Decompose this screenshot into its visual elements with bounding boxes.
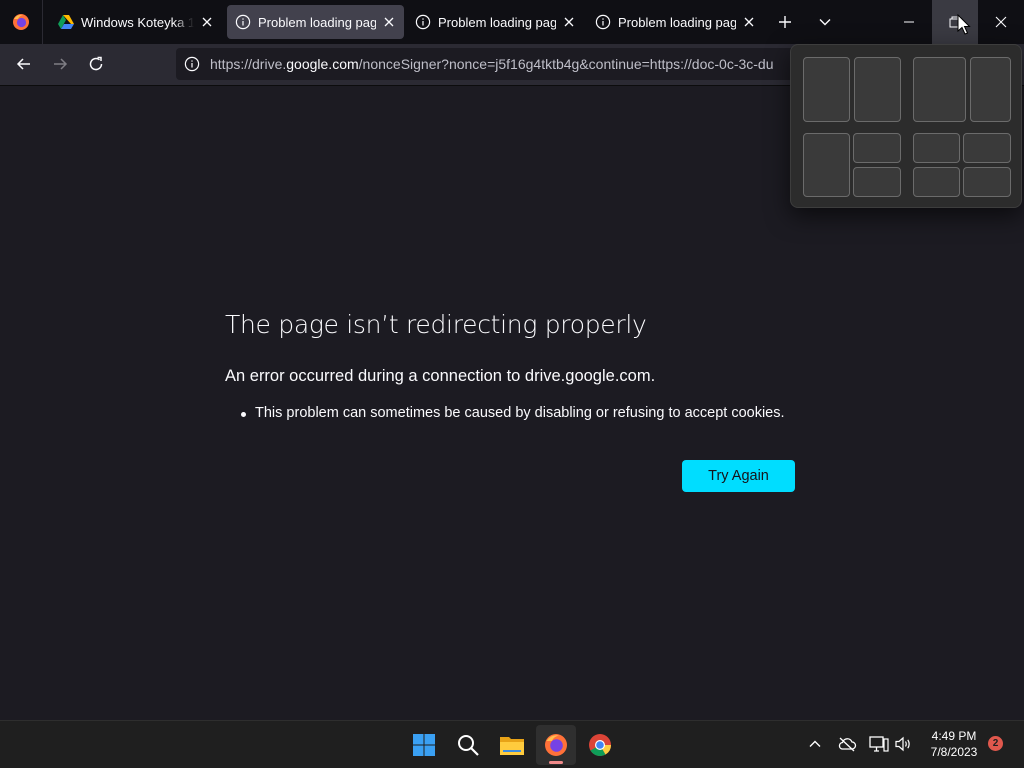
show-hidden-icons-button[interactable] <box>804 733 826 755</box>
close-window-button[interactable] <box>978 0 1024 44</box>
tab-problem-loading-3[interactable]: Problem loading page <box>587 5 764 39</box>
reload-button[interactable] <box>80 48 112 80</box>
snap-layout-two-thirds <box>913 57 1011 122</box>
plus-icon <box>779 16 791 28</box>
minimize-button[interactable] <box>886 0 932 44</box>
tab-label: Problem loading page <box>258 14 376 30</box>
url-prefix: https://drive. <box>210 56 287 72</box>
start-icon <box>413 734 435 756</box>
back-button[interactable] <box>8 48 40 80</box>
search-button[interactable] <box>448 725 488 765</box>
snap-zone[interactable] <box>913 167 960 197</box>
tab-label: Problem loading page <box>438 14 556 30</box>
arrow-left-icon <box>16 58 30 70</box>
url-bar[interactable]: https://drive.google.com/nonceSigner?non… <box>176 48 816 80</box>
notification-badge[interactable]: 2 <box>988 736 1003 751</box>
running-indicator <box>549 761 563 764</box>
cloud-offline-icon <box>838 737 857 752</box>
chevron-up-icon <box>809 740 821 747</box>
mouse-cursor-icon <box>957 14 971 35</box>
new-tab-button[interactable] <box>768 5 802 39</box>
snap-zone[interactable] <box>913 57 966 122</box>
tab-problem-loading-2[interactable]: Problem loading page <box>407 5 584 39</box>
info-icon <box>415 14 431 30</box>
url-host: google.com <box>286 56 359 72</box>
arrow-right-icon <box>54 58 68 70</box>
error-title: The page isn’t redirecting properly <box>225 310 647 339</box>
error-short-description: An error occurred during a connection to… <box>225 367 656 385</box>
snap-zone[interactable] <box>854 57 901 122</box>
speaker-icon <box>895 736 910 752</box>
firefox-view-button[interactable] <box>0 0 43 44</box>
minimize-icon <box>904 21 914 23</box>
chrome-icon <box>589 734 611 756</box>
tab-problem-loading-1[interactable]: Problem loading page <box>227 5 404 39</box>
info-icon <box>235 14 251 30</box>
snap-zone[interactable] <box>803 133 850 197</box>
file-explorer-icon <box>500 737 524 755</box>
forward-button[interactable] <box>44 48 76 80</box>
volume-button[interactable] <box>892 733 914 755</box>
snap-layout-halves <box>803 57 901 122</box>
snap-zone[interactable] <box>970 57 1011 122</box>
close-icon[interactable] <box>382 15 396 29</box>
search-icon <box>458 735 479 756</box>
google-drive-icon <box>58 14 74 30</box>
snap-zone[interactable] <box>803 57 850 122</box>
start-button[interactable] <box>404 725 444 765</box>
close-icon <box>995 16 1007 28</box>
firefox-icon <box>545 734 567 756</box>
snap-zone[interactable] <box>913 133 960 163</box>
firefox-taskbar-button[interactable] <box>536 725 576 765</box>
close-icon[interactable] <box>562 15 576 29</box>
url-path: /nonceSigner?nonce=j5f16g4tktb4g&continu… <box>358 56 774 72</box>
clock-date: 7/8/2023 <box>930 745 978 759</box>
snap-layouts-flyout <box>790 44 1022 208</box>
snap-zone[interactable] <box>853 133 901 163</box>
network-button[interactable] <box>868 733 890 755</box>
reload-icon <box>89 56 103 71</box>
error-long-description: This problem can sometimes be caused by … <box>241 405 785 421</box>
tab-strip: Windows Koteyka 11 (R Problem loading pa… <box>0 0 1024 44</box>
clock-time: 4:49 PM <box>931 729 977 743</box>
close-icon[interactable] <box>200 15 214 29</box>
clock[interactable]: 4:49 PM 7/8/2023 <box>920 728 988 760</box>
snap-zone[interactable] <box>853 167 901 197</box>
snap-layout-quarters <box>913 133 1011 197</box>
chevron-down-icon <box>819 19 831 26</box>
try-again-button[interactable]: Try Again <box>682 460 795 492</box>
site-info-icon[interactable] <box>182 54 202 74</box>
onedrive-button[interactable] <box>836 733 858 755</box>
chrome-taskbar-button[interactable] <box>580 725 620 765</box>
close-icon[interactable] <box>742 15 756 29</box>
snap-zone[interactable] <box>963 167 1011 197</box>
info-icon <box>595 14 611 30</box>
url-text[interactable]: https://drive.google.com/nonceSigner?non… <box>210 56 774 72</box>
tab-label: Windows Koteyka 11 (R <box>81 14 194 30</box>
firefox-icon <box>13 14 29 30</box>
snap-zone[interactable] <box>963 133 1011 163</box>
taskbar <box>0 720 1024 768</box>
error-bullet: This problem can sometimes be caused by … <box>241 405 785 421</box>
file-explorer-button[interactable] <box>492 725 532 765</box>
tab-windows-koteyka[interactable]: Windows Koteyka 11 (R <box>50 5 222 39</box>
network-icon <box>869 736 889 752</box>
list-all-tabs-button[interactable] <box>808 5 842 39</box>
snap-layout-half-and-quarters <box>803 133 901 197</box>
tab-label: Problem loading page <box>618 14 736 30</box>
restore-button[interactable] <box>932 0 978 44</box>
